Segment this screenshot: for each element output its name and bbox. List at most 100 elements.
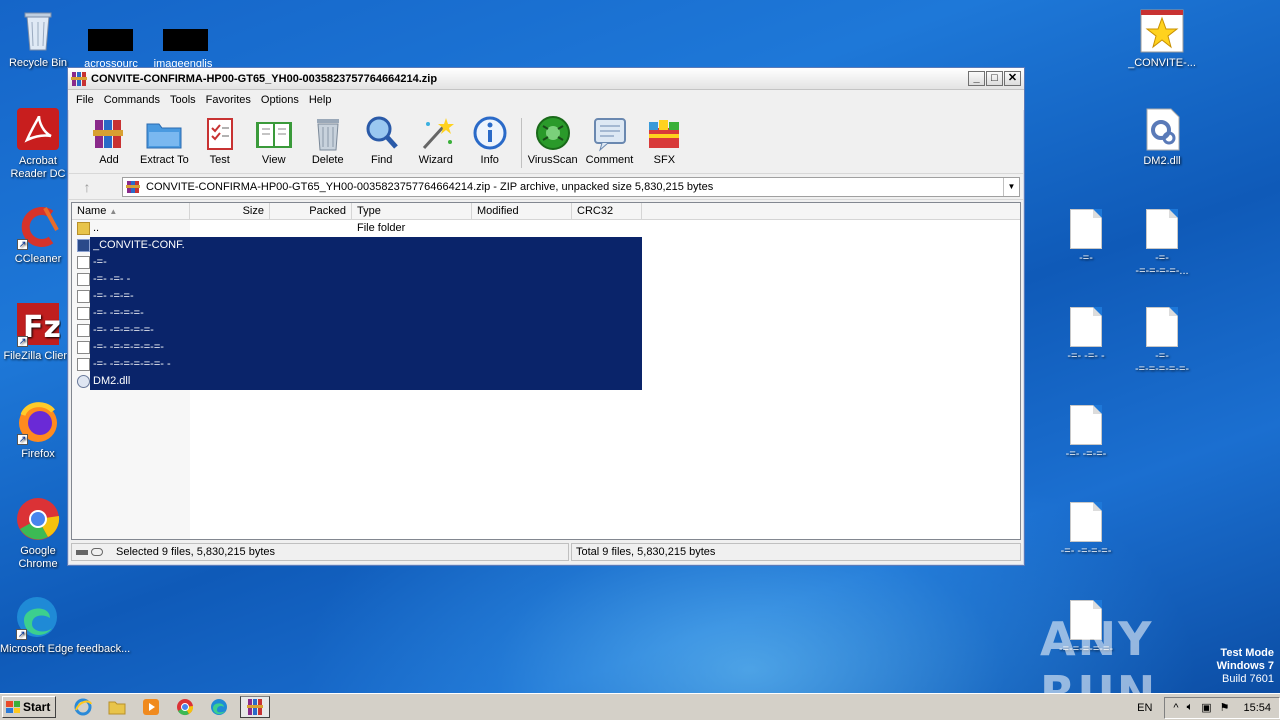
menu-commands[interactable]: Commands — [99, 94, 165, 106]
chevron-up-icon[interactable]: ^ — [1173, 702, 1178, 714]
chevron-down-icon[interactable]: ▼ — [1003, 177, 1019, 196]
file-icon — [77, 307, 90, 320]
toolbar-separator — [520, 118, 522, 168]
close-button[interactable]: ✕ — [1004, 71, 1021, 86]
desktop-icon-file[interactable]: -=- — [1048, 206, 1124, 265]
blank-file-icon — [1070, 502, 1102, 542]
table-row[interactable]: .. File folder — [72, 220, 1020, 237]
desktop-icon-firefox[interactable]: ↗ Firefox — [0, 399, 76, 461]
sfx-label: SFX — [653, 154, 676, 166]
file-list[interactable]: Name ▲ Size Packed Type Modified CRC32 .… — [71, 202, 1021, 540]
desktop-icon-acrobat[interactable]: Acrobat Reader DC — [0, 106, 76, 181]
filezilla-icon: Fz ↗ — [15, 301, 61, 347]
info-label: Info — [480, 154, 499, 166]
file-name: -=- -=- - — [93, 273, 131, 285]
test-label: Test — [209, 154, 230, 166]
desktop-icon-recycle-bin[interactable]: Recycle Bin — [0, 8, 76, 70]
taskbar-edge[interactable] — [206, 696, 232, 718]
column-header-crc32[interactable]: CRC32 — [572, 203, 642, 219]
language-indicator[interactable]: EN — [1137, 702, 1152, 714]
sfx-button[interactable]: SFX — [641, 114, 687, 166]
winrar-icon — [247, 699, 263, 715]
window-titlebar[interactable]: CONVITE-CONFIRMA-HP00-GT65_YH00-00358237… — [68, 68, 1024, 90]
find-label: Find — [371, 154, 393, 166]
watermark-line: Build 7601 — [1222, 673, 1274, 685]
desktop-icon-file[interactable]: -=- -=-=-=-=-=- — [1124, 304, 1200, 376]
extract-folder-icon — [146, 123, 182, 149]
desktop-icon-convite[interactable]: _CONVITE-... — [1124, 8, 1200, 70]
desktop-icon-edge[interactable]: ↗ Microsoft Edge feedback... — [0, 594, 150, 656]
desktop-icon-file[interactable]: -=- -=-=-=-=-... — [1124, 206, 1200, 278]
desktop-icon-label: CCleaner — [14, 253, 62, 265]
taskbar-winrar[interactable] — [240, 696, 270, 718]
blank-file-icon — [1070, 405, 1102, 445]
file-name: -=- -=-=-=-=-=- - — [93, 358, 171, 370]
maximize-button[interactable]: □ — [986, 71, 1003, 86]
menu-options[interactable]: Options — [256, 94, 304, 106]
status-bar: Selected 9 files, 5,830,215 bytes Total … — [71, 542, 1021, 562]
cell-name: -=- -=-=- — [72, 288, 190, 305]
add-button[interactable]: Add — [86, 114, 132, 166]
info-button[interactable]: Info — [467, 114, 513, 166]
desktop-icon-label: Microsoft Edge feedback... — [0, 643, 131, 655]
menu-favorites[interactable]: Favorites — [201, 94, 256, 106]
taskbar-chrome[interactable] — [172, 696, 198, 718]
up-arrow-icon[interactable]: ↑ — [72, 177, 102, 197]
comment-button[interactable]: Comment — [586, 114, 633, 166]
cell-name: -=- -=-=-=- — [72, 305, 190, 322]
taskbar-ie[interactable] — [70, 696, 96, 718]
menu-file[interactable]: File — [71, 94, 99, 106]
extract-to-label: Extract To — [140, 154, 189, 166]
taskbar-media-player[interactable] — [138, 696, 164, 718]
path-combobox[interactable]: CONVITE-CONFIRMA-HP00-GT65_YH00-00358237… — [122, 176, 1020, 197]
network-icon[interactable]: ▣ — [1201, 701, 1211, 714]
find-button[interactable]: Find — [359, 114, 405, 166]
desktop-icon-filezilla[interactable]: Fz ↗ FileZilla Client — [0, 301, 76, 363]
column-header-packed[interactable]: Packed — [270, 203, 352, 219]
blank-file-icon — [1146, 307, 1178, 347]
extract-to-button[interactable]: Extract To — [140, 114, 189, 166]
wizard-button[interactable]: Wizard — [413, 114, 459, 166]
view-button[interactable]: View — [251, 114, 297, 166]
add-archive-icon — [93, 120, 123, 148]
list-body: ..File folder_CONVITE-CONF...180,73666,7… — [72, 220, 1020, 539]
redacted-icon — [163, 29, 208, 51]
desktop-icon-file[interactable]: -=- -=-=- — [1048, 402, 1124, 461]
desktop-icon-chrome[interactable]: Google Chrome — [0, 496, 76, 571]
recycle-bin-icon — [15, 8, 61, 54]
folder-icon — [77, 222, 90, 235]
explorer-icon — [108, 701, 126, 715]
add-label: Add — [99, 154, 119, 166]
desktop-icon-file[interactable]: -=- -=- - — [1048, 304, 1124, 363]
drive-icon[interactable] — [76, 547, 106, 557]
flag-icon[interactable]: ⚑ — [1220, 701, 1230, 714]
column-header-type[interactable]: Type — [352, 203, 472, 219]
menu-help[interactable]: Help — [304, 94, 337, 106]
desktop-icon-ccleaner[interactable]: ↗ CCleaner — [0, 204, 76, 266]
delete-button[interactable]: Delete — [305, 114, 351, 166]
chrome-icon — [177, 699, 194, 716]
view-book-icon — [255, 122, 292, 148]
redacted-icon — [88, 29, 133, 51]
test-button[interactable]: Test — [197, 114, 243, 166]
start-button[interactable]: Start — [2, 696, 56, 718]
column-header-name[interactable]: Name ▲ — [72, 203, 190, 219]
address-row: ↑ CONVITE-CONFIRMA-HP00-GT65_YH00-003582… — [68, 174, 1024, 200]
virusscan-button[interactable]: VirusScan — [528, 114, 578, 166]
clock[interactable]: 15:54 — [1243, 702, 1271, 714]
dll-icon — [77, 375, 90, 388]
volume-icon[interactable]: 🔈︎ — [1187, 701, 1194, 714]
file-icon — [77, 273, 90, 286]
file-name: -=- -=-=-=-=-=- — [93, 341, 164, 353]
test-clipboard-icon — [206, 118, 233, 150]
desktop-icon-dm2-dll[interactable]: DM2.dll — [1124, 106, 1200, 168]
file-icon — [77, 256, 90, 269]
desktop-icon-file[interactable]: -=- -=-=-=- — [1048, 499, 1124, 558]
menu-tools[interactable]: Tools — [165, 94, 201, 106]
minimize-button[interactable]: _ — [968, 71, 985, 86]
file-icon — [77, 358, 90, 371]
taskbar-explorer[interactable] — [104, 696, 130, 718]
column-header-size[interactable]: Size — [190, 203, 270, 219]
column-header-modified[interactable]: Modified — [472, 203, 572, 219]
column-label: Name — [77, 205, 107, 217]
